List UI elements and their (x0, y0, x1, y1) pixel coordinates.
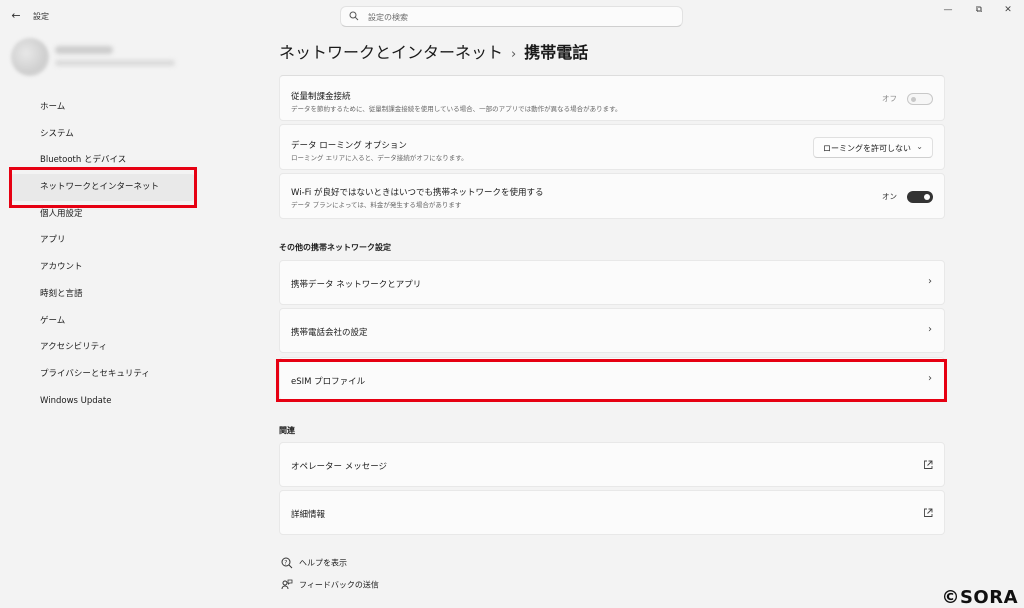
sidebar-item-apps[interactable]: アプリ (10, 227, 195, 254)
more-info-label: 詳細情報 (291, 510, 326, 520)
feedback-icon (281, 579, 293, 590)
cellular-data-apps-label: 携帯データ ネットワークとアプリ (291, 280, 422, 290)
metered-toggle-wrap: オフ (873, 93, 933, 105)
search-placeholder: 設定の検索 (368, 13, 408, 22)
other-settings-heading: その他の携帯ネットワーク設定 (279, 243, 391, 252)
cellular-data-apps-link[interactable]: 携帯データ ネットワークとアプリ › (279, 260, 945, 305)
chevron-right-icon: › (928, 324, 932, 335)
app-title: 設定 (33, 12, 49, 21)
operator-messages-label: オペレーター メッセージ (291, 462, 388, 472)
highlight-box-esim (276, 359, 947, 402)
roaming-card: データ ローミング オプション ローミング エリアに入ると、データ接続がオフにな… (279, 124, 945, 170)
sidebar-nav: ホーム システム Bluetooth とデバイス ネットワークとインターネット … (10, 94, 195, 414)
external-link-icon (924, 460, 933, 469)
get-help-link[interactable]: ? ヘルプを表示 (281, 557, 347, 569)
chevron-down-icon: ⌄ (916, 142, 923, 151)
more-info-link[interactable]: 詳細情報 (279, 490, 945, 535)
breadcrumb-separator: › (511, 47, 517, 62)
metered-toggle[interactable] (907, 93, 933, 105)
profile-name-blurred (55, 46, 113, 54)
sidebar-item-system[interactable]: システム (10, 121, 195, 148)
get-help-label: ヘルプを表示 (299, 558, 347, 568)
wifi-fallback-toggle-wrap: オン (873, 191, 933, 203)
roaming-subtitle: ローミング エリアに入ると、データ接続がオフになります。 (291, 154, 468, 162)
avatar (11, 38, 49, 76)
feedback-link[interactable]: フィードバックの送信 (281, 579, 379, 591)
carrier-settings-link[interactable]: 携帯電話会社の設定 › (279, 308, 945, 353)
back-arrow-icon[interactable]: ← (8, 8, 24, 24)
feedback-label: フィードバックの送信 (299, 580, 379, 590)
wifi-fallback-title: Wi-Fi が良好ではないときはいつでも携帯ネットワークを使用する (291, 188, 544, 198)
highlight-box-sidebar (9, 167, 197, 208)
carrier-settings-label: 携帯電話会社の設定 (291, 328, 368, 338)
sidebar-item-accounts[interactable]: アカウント (10, 254, 195, 281)
external-link-icon (924, 508, 933, 517)
metered-state-label: オフ (882, 94, 897, 103)
operator-messages-link[interactable]: オペレーター メッセージ (279, 442, 945, 487)
wifi-fallback-card: Wi-Fi が良好ではないときはいつでも携帯ネットワークを使用する データ プラ… (279, 173, 945, 219)
breadcrumb: ネットワークとインターネット › 携帯電話 (279, 39, 588, 63)
watermark: ©SORA (941, 587, 1018, 608)
metered-connection-card: 従量制課金接続 データを節約するために、従量制課金接続を使用している場合、一部の… (279, 75, 945, 121)
roaming-dropdown[interactable]: ローミングを許可しない ⌄ (813, 137, 933, 158)
metered-title: 従量制課金接続 (291, 92, 351, 102)
sidebar-item-privacy[interactable]: プライバシーとセキュリティ (10, 361, 195, 388)
page-title: 携帯電話 (524, 43, 589, 62)
profile-email-blurred (55, 60, 175, 66)
sidebar-item-time-language[interactable]: 時刻と言語 (10, 281, 195, 308)
wifi-fallback-toggle[interactable] (907, 191, 933, 203)
sidebar-item-gaming[interactable]: ゲーム (10, 308, 195, 335)
roaming-title: データ ローミング オプション (291, 141, 407, 151)
search-input[interactable]: 設定の検索 (340, 6, 683, 27)
wifi-fallback-state-label: オン (882, 192, 897, 201)
close-button[interactable]: ✕ (1001, 4, 1015, 16)
sidebar-item-accessibility[interactable]: アクセシビリティ (10, 334, 195, 361)
title-bar: ← 設定 設定の検索 — ⧉ ✕ (0, 0, 1024, 32)
user-profile[interactable] (11, 38, 175, 78)
search-icon (349, 11, 359, 21)
breadcrumb-parent[interactable]: ネットワークとインターネット (279, 43, 503, 62)
sidebar-item-home[interactable]: ホーム (10, 94, 195, 121)
minimize-button[interactable]: — (941, 4, 955, 16)
sidebar-item-windows-update[interactable]: Windows Update (10, 388, 195, 415)
chevron-right-icon: › (928, 276, 932, 287)
wifi-fallback-subtitle: データ プランによっては、料金が発生する場合があります (291, 201, 462, 209)
maximize-button[interactable]: ⧉ (972, 4, 986, 16)
svg-text:?: ? (284, 559, 287, 566)
roaming-dropdown-value: ローミングを許可しない (823, 144, 911, 153)
metered-subtitle: データを節約するために、従量制課金接続を使用している場合、一部のアプリでは動作が… (291, 105, 622, 113)
related-heading: 関連 (279, 426, 295, 435)
help-icon: ? (281, 557, 293, 569)
